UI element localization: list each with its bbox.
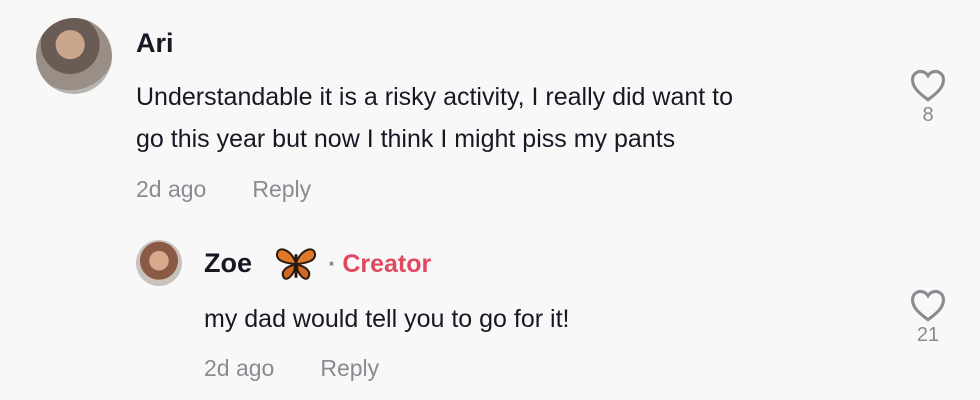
reply-button[interactable]: Reply bbox=[320, 355, 379, 382]
creator-label: Creator bbox=[342, 250, 432, 278]
comment-text-line: go this year but now I think I might pis… bbox=[136, 125, 676, 153]
reply-meta: 2d ago Reply bbox=[204, 355, 379, 382]
reply-text: my dad would tell you to go for it! bbox=[204, 305, 570, 333]
heart-icon[interactable] bbox=[909, 68, 947, 102]
comment-meta: 2d ago Reply bbox=[136, 176, 311, 203]
avatar[interactable] bbox=[136, 240, 182, 286]
reply-username[interactable]: Zoe bbox=[204, 248, 252, 279]
comment-timestamp: 2d ago bbox=[136, 176, 207, 202]
reply-button[interactable]: Reply bbox=[252, 176, 311, 203]
comment-text-line: Understandable it is a risky activity, I… bbox=[136, 83, 734, 111]
avatar[interactable] bbox=[36, 18, 112, 94]
creator-badge: · Creator bbox=[328, 250, 431, 279]
heart-icon[interactable] bbox=[909, 288, 947, 322]
separator-dot: · bbox=[328, 250, 337, 278]
like-button[interactable]: 21 bbox=[908, 288, 948, 347]
comment-text: Understandable it is a risky activity, I… bbox=[136, 76, 896, 160]
like-count: 21 bbox=[916, 324, 940, 346]
butterfly-emoji-icon bbox=[275, 248, 317, 280]
like-count: 8 bbox=[922, 104, 934, 126]
like-button[interactable]: 8 bbox=[908, 68, 948, 127]
comment-username[interactable]: Ari bbox=[136, 28, 174, 59]
reply-timestamp: 2d ago bbox=[204, 355, 275, 381]
